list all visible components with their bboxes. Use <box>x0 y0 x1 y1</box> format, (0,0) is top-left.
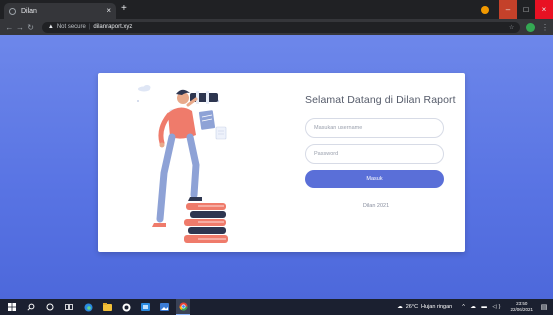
explorer-icon[interactable] <box>100 299 114 315</box>
page-viewport: Selamat Datang di Dilan Raport Masuk Dil… <box>0 35 553 299</box>
bookmark-icon[interactable]: ☆ <box>509 24 514 31</box>
weather-text[interactable]: Hujan ringan <box>421 304 452 310</box>
windows-taskbar: ☁ 26°C Hujan ringan ^ ☁ ▬ ◁) 23:50 22/06… <box>0 299 553 315</box>
mail-icon[interactable] <box>138 299 152 315</box>
notification-icon[interactable]: ▤ <box>539 302 549 312</box>
maximize-button[interactable]: □ <box>517 0 535 19</box>
photos-icon[interactable] <box>157 299 171 315</box>
address-bar[interactable]: ▲ Not secure | dilanraport.xyz ☆ <box>41 21 521 33</box>
browser-titlebar: Dilan × + – □ × <box>0 0 553 19</box>
login-card: Selamat Datang di Dilan Raport Masuk Dil… <box>98 73 465 252</box>
edge-icon[interactable] <box>81 299 95 315</box>
tab-close-icon[interactable]: × <box>106 7 111 15</box>
person-with-telescope-illustration <box>137 85 228 243</box>
url-text[interactable]: dilanraport.xyz <box>93 24 505 30</box>
cloud-rain-icon[interactable]: ☁ <box>397 304 403 310</box>
browser-toolbar: ← → ↻ ▲ Not secure | dilanraport.xyz ☆ ⋮ <box>0 19 553 35</box>
windows-start-icon[interactable] <box>5 299 19 315</box>
reload-icon[interactable]: ↻ <box>25 23 36 32</box>
task-view-icon[interactable] <box>62 299 76 315</box>
url-separator: | <box>88 24 91 30</box>
extension-icon[interactable] <box>481 5 489 14</box>
back-icon[interactable]: ← <box>4 23 15 32</box>
window-controls: – □ × <box>481 0 553 19</box>
favicon-icon <box>9 7 16 15</box>
security-label[interactable]: Not secure <box>57 24 86 30</box>
menu-icon[interactable]: ⋮ <box>541 23 549 32</box>
cortana-icon[interactable] <box>43 299 57 315</box>
login-button[interactable]: Masuk <box>305 170 444 188</box>
login-form: Selamat Datang di Dilan Raport Masuk Dil… <box>305 94 456 209</box>
temperature-text[interactable]: 26°C <box>406 304 418 310</box>
system-tray: ☁ 26°C Hujan ringan ^ ☁ ▬ ◁) 23:50 22/06… <box>397 299 553 315</box>
footer-text: Dilan 2021 <box>362 203 390 209</box>
new-tab-button[interactable]: + <box>121 3 127 15</box>
lock-warning-icon[interactable]: ▲ <box>48 24 54 30</box>
username-input[interactable] <box>305 118 444 138</box>
date-text: 22/06/2021 <box>510 307 533 312</box>
page-title: Selamat Datang di Dilan Raport <box>305 94 456 106</box>
minimize-button[interactable]: – <box>499 0 517 19</box>
password-input[interactable] <box>305 144 444 164</box>
tab-title: Dilan <box>21 7 37 15</box>
chrome-icon[interactable] <box>176 299 190 315</box>
profile-icon[interactable] <box>526 22 535 32</box>
search-icon[interactable] <box>24 299 38 315</box>
tray-icons[interactable]: ^ ☁ ▬ ◁) <box>462 304 502 310</box>
forward-icon[interactable]: → <box>15 23 26 32</box>
browser-tab[interactable]: Dilan × <box>4 3 116 19</box>
close-window-button[interactable]: × <box>535 0 553 19</box>
clock[interactable]: 23:50 22/06/2021 <box>510 301 533 313</box>
store-icon[interactable] <box>119 299 133 315</box>
